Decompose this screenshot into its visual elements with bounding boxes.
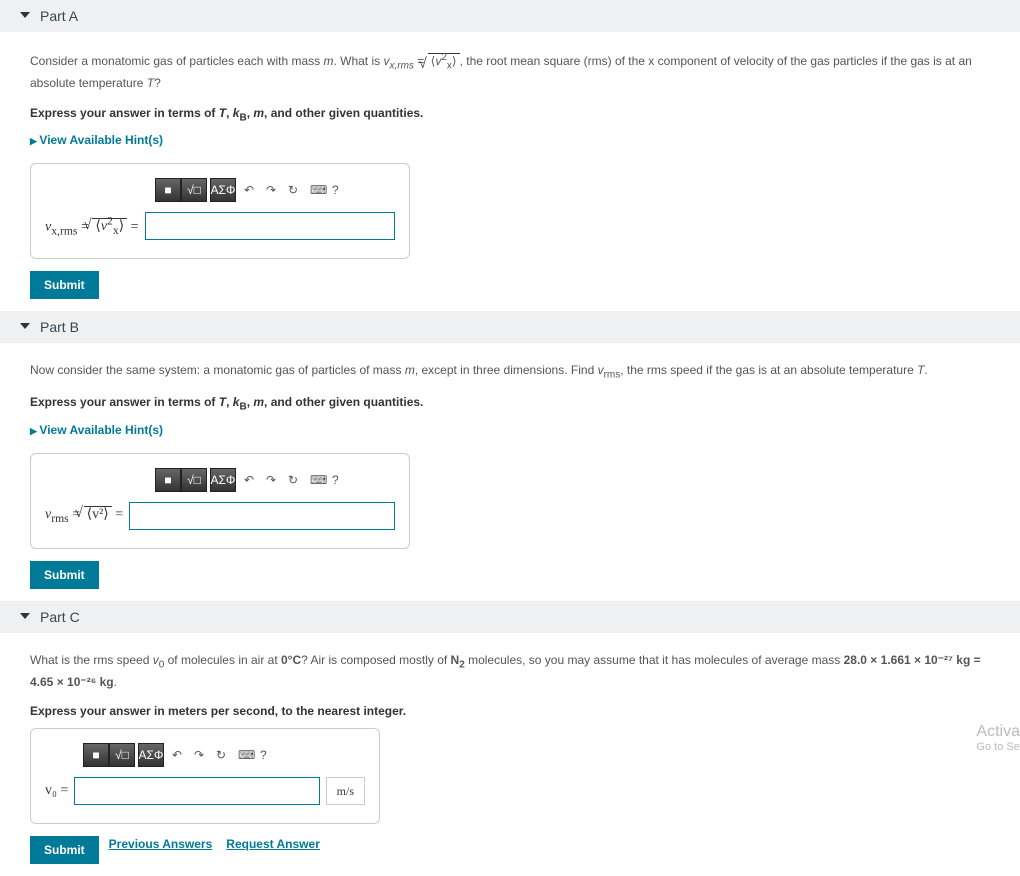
undo-button[interactable]: ↶	[172, 748, 194, 762]
part-a-question: Consider a monatomic gas of particles ea…	[30, 50, 990, 94]
part-c-unit: m/s	[326, 777, 365, 805]
part-c-submit-button[interactable]: Submit	[30, 836, 99, 864]
part-b-title: Part B	[40, 319, 79, 335]
reset-button[interactable]: ↻	[216, 748, 238, 762]
collapse-icon	[20, 323, 30, 329]
help-button[interactable]: ?	[332, 183, 354, 197]
part-b-answer-input[interactable]	[129, 502, 395, 530]
part-a-answer-box: ■ √□ ΑΣΦ ↶ ↷ ↻ ⌨ ? vx,rms = ⟨v2x⟩ =	[30, 163, 410, 259]
greek-button[interactable]: ΑΣΦ	[210, 468, 236, 492]
templates-button[interactable]: ■	[155, 178, 181, 202]
part-c-answer-box: ■ √□ ΑΣΦ ↶ ↷ ↻ ⌨ ? v₀ = m/s	[30, 728, 380, 824]
templates-button[interactable]: ■	[155, 468, 181, 492]
part-a-answer-input[interactable]	[145, 212, 395, 240]
keyboard-button[interactable]: ⌨	[310, 473, 332, 487]
part-b-body: Now consider the same system: a monatomi…	[0, 343, 1020, 601]
keyboard-button[interactable]: ⌨	[310, 183, 332, 197]
part-c-answer-input[interactable]	[74, 777, 319, 805]
part-c-title: Part C	[40, 609, 80, 625]
request-answer-link[interactable]: Request Answer	[226, 837, 320, 851]
redo-button[interactable]: ↷	[266, 473, 288, 487]
redo-button[interactable]: ↷	[194, 748, 216, 762]
help-button[interactable]: ?	[332, 473, 354, 487]
collapse-icon	[20, 613, 30, 619]
part-b-answer-box: ■ √□ ΑΣΦ ↶ ↷ ↻ ⌨ ? vrms = ⟨v²⟩ =	[30, 453, 410, 549]
part-b-lhs: vrms = ⟨v²⟩ =	[45, 506, 123, 525]
part-c-question: What is the rms speed v0 of molecules in…	[30, 651, 990, 693]
part-a-header[interactable]: Part A	[0, 0, 1020, 32]
watermark: Activa Go to Se	[976, 723, 1020, 753]
templates-button[interactable]: ■	[83, 743, 109, 767]
previous-answers-link[interactable]: Previous Answers	[109, 837, 213, 851]
equation-toolbar: ■ √□ ΑΣΦ ↶ ↷ ↻ ⌨ ?	[83, 743, 365, 767]
redo-button[interactable]: ↷	[266, 183, 288, 197]
part-b-hints-toggle[interactable]: View Available Hint(s)	[30, 423, 163, 437]
part-b-instructions: Express your answer in terms of T, kB, m…	[30, 395, 990, 412]
greek-button[interactable]: ΑΣΦ	[138, 743, 164, 767]
greek-button[interactable]: ΑΣΦ	[210, 178, 236, 202]
part-a-lhs: vx,rms = ⟨v2x⟩ =	[45, 215, 139, 237]
undo-button[interactable]: ↶	[244, 183, 266, 197]
part-a-title: Part A	[40, 8, 78, 24]
fraction-button[interactable]: √□	[181, 178, 207, 202]
reset-button[interactable]: ↻	[288, 473, 310, 487]
part-c-instructions: Express your answer in meters per second…	[30, 704, 990, 718]
part-a-hints-toggle[interactable]: View Available Hint(s)	[30, 133, 163, 147]
keyboard-button[interactable]: ⌨	[238, 748, 260, 762]
part-c-header[interactable]: Part C	[0, 601, 1020, 633]
part-c-body: What is the rms speed v0 of molecules in…	[0, 633, 1020, 876]
equation-toolbar: ■ √□ ΑΣΦ ↶ ↷ ↻ ⌨ ?	[155, 178, 395, 202]
undo-button[interactable]: ↶	[244, 473, 266, 487]
fraction-button[interactable]: √□	[109, 743, 135, 767]
fraction-button[interactable]: √□	[181, 468, 207, 492]
part-a-instructions: Express your answer in terms of T, kB, m…	[30, 106, 990, 123]
part-b-submit-button[interactable]: Submit	[30, 561, 99, 589]
part-a-body: Consider a monatomic gas of particles ea…	[0, 32, 1020, 311]
part-b-question: Now consider the same system: a monatomi…	[30, 361, 990, 383]
part-a-submit-button[interactable]: Submit	[30, 271, 99, 299]
part-b-header[interactable]: Part B	[0, 311, 1020, 343]
collapse-icon	[20, 12, 30, 18]
equation-toolbar: ■ √□ ΑΣΦ ↶ ↷ ↻ ⌨ ?	[155, 468, 395, 492]
reset-button[interactable]: ↻	[288, 183, 310, 197]
help-button[interactable]: ?	[260, 748, 282, 762]
part-c-lhs: v₀ =	[45, 783, 68, 799]
